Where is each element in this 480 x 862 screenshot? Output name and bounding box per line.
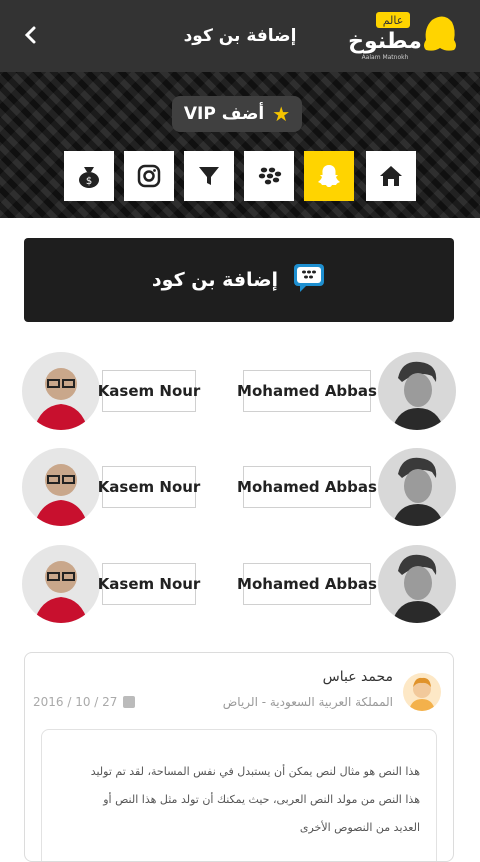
add-vip-button[interactable]: ★ أضف VIP [172, 96, 302, 132]
home-button[interactable] [366, 151, 416, 201]
pin-pair-row: Kasem Nour Mohamed Abbas [0, 448, 480, 528]
instagram-icon [137, 164, 161, 188]
filter-button[interactable] [184, 151, 234, 201]
post-line: هذا النص من مولد النص العربى، حيث يمكنك … [103, 793, 420, 806]
blackberry-icon [258, 167, 282, 185]
avatar[interactable] [22, 448, 100, 526]
add-pin-code-banner[interactable]: إضافة بن كود [24, 238, 454, 322]
bbm-chat-icon [292, 262, 326, 299]
pin-pair-row: Kasem Nour Mohamed Abbas [0, 352, 480, 432]
avatar[interactable] [378, 448, 456, 526]
money-bag-button[interactable]: $ [64, 151, 114, 201]
snapchat-button[interactable] [304, 151, 354, 201]
author-avatar[interactable] [403, 673, 441, 711]
money-bag-icon: $ [79, 167, 99, 188]
post-card: محمد عباس المملكة العربية السعودية - الر… [24, 652, 454, 862]
avatar[interactable] [378, 545, 456, 623]
filter-icon [199, 167, 219, 185]
post-author[interactable]: محمد عباس [323, 669, 393, 685]
post-date: 2016 / 10 / 27 [33, 695, 136, 709]
instagram-button[interactable] [124, 151, 174, 201]
post-location: المملكة العربية السعودية - الرياض [222, 695, 393, 709]
contact-name-field[interactable]: Mohamed Abbas [237, 466, 377, 508]
pin-pair-row: Kasem Nour Mohamed Abbas [0, 545, 480, 625]
star-icon: ★ [272, 102, 291, 126]
post-body: هذا النص هو مثال لنص يمكن أن يستبدل في ن… [41, 729, 437, 861]
logo-subtitle: Aalam Matnokh [362, 54, 409, 61]
contact-name-field[interactable]: Kasem Nour [98, 563, 200, 605]
svg-text:$: $ [86, 176, 92, 187]
banner-title: إضافة بن كود [151, 269, 279, 291]
avatar[interactable] [22, 545, 100, 623]
home-icon [380, 166, 402, 186]
snapchat-icon [318, 165, 340, 187]
post-line: العديد من النصوص الأخرى [299, 821, 420, 834]
avatar[interactable] [378, 352, 456, 430]
blackberry-button[interactable] [244, 151, 294, 201]
add-vip-label: أضف VIP [183, 104, 265, 124]
avatar[interactable] [22, 352, 100, 430]
contact-name-field[interactable]: Kasem Nour [98, 466, 200, 508]
app-header: إضافة بن كود عالم مطنوخ Aalam Matnokh [0, 0, 480, 72]
logo-badge: عالم [383, 14, 404, 27]
calendar-icon [123, 696, 136, 708]
app-logo: عالم مطنوخ Aalam Matnokh [340, 10, 458, 62]
back-arrow-icon[interactable] [18, 22, 44, 48]
date-text: 2016 / 10 / 27 [33, 695, 118, 709]
page-title: إضافة بن كود [183, 26, 297, 46]
logo-text: مطنوخ [348, 29, 422, 54]
post-line: هذا النص هو مثال لنص يمكن أن يستبدل في ن… [90, 765, 420, 778]
contact-name-field[interactable]: Kasem Nour [98, 370, 200, 412]
contact-name-field[interactable]: Mohamed Abbas [237, 563, 377, 605]
contact-name-field[interactable]: Mohamed Abbas [237, 370, 377, 412]
